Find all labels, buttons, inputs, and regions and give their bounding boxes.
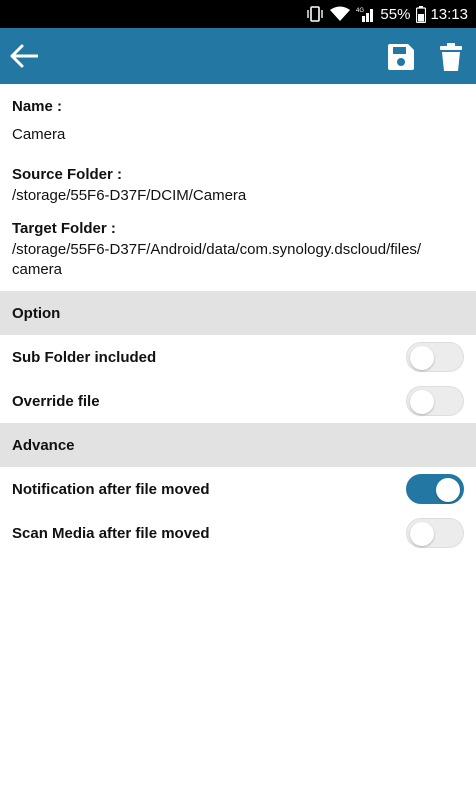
save-button[interactable] [384,40,418,74]
clock: 13:13 [430,5,468,23]
setting-label: Scan Media after file moved [12,524,210,542]
setting-row-override: Override file [0,379,476,423]
delete-button[interactable] [436,40,466,74]
cell-signal-icon: 4G [356,6,376,22]
name-value: Camera [12,126,66,143]
wifi-icon [330,6,351,22]
source-folder-value: /storage/55F6-D37F/DCIM/Camera [12,187,247,204]
setting-label: Notification after file moved [12,480,210,498]
toggle-knob [410,346,434,370]
scan-media-toggle[interactable] [406,518,464,548]
battery-percent: 55% [380,5,411,23]
arrow-left-icon [10,44,38,68]
setting-row-scan-media: Scan Media after file moved [0,511,476,555]
toggle-knob [410,522,434,546]
toggle-knob [436,478,460,502]
setting-label: Override file [12,392,100,410]
notification-toggle[interactable] [406,474,464,504]
trash-icon [440,43,462,71]
source-folder-label: Source Folder : [12,166,123,183]
network-type-label: 4G [356,8,364,14]
override-file-toggle[interactable] [406,386,464,416]
battery-icon [416,5,427,23]
app-bar [0,28,476,84]
sub-folder-toggle[interactable] [406,342,464,372]
status-bar: 4G 55% 13:13 [0,0,476,28]
section-header-advance: Advance [0,423,476,467]
back-button[interactable] [8,40,40,72]
setting-row-notification: Notification after file moved [0,467,476,511]
setting-row-sub-folder: Sub Folder included [0,335,476,379]
vibrate-icon [306,6,324,22]
setting-label: Sub Folder included [12,348,157,366]
section-header-option: Option [0,291,476,335]
name-label: Name : [12,98,63,115]
target-folder-value: /storage/55F6-D37F/Android/data/com.syno… [12,241,422,278]
floppy-disk-icon [388,44,414,70]
target-folder-label: Target Folder : [12,220,116,237]
toggle-knob [410,390,434,414]
